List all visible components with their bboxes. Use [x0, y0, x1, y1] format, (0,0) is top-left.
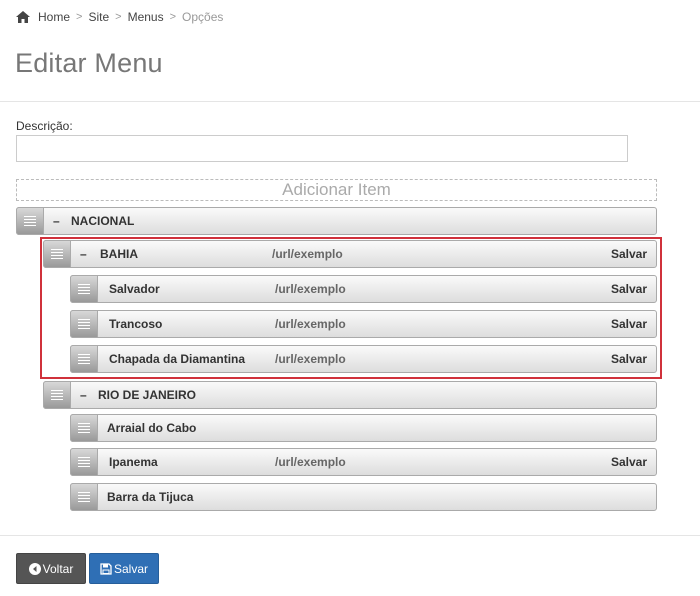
drag-handle-icon[interactable]	[70, 448, 98, 476]
drag-handle-icon[interactable]	[70, 414, 98, 442]
floppy-disk-icon	[100, 562, 112, 575]
menu-item-arraial-do-cabo[interactable]: Arraial do Cabo	[70, 414, 657, 442]
breadcrumb-menus[interactable]: Menus	[128, 10, 164, 24]
menu-item-label: NACIONAL	[71, 214, 135, 228]
breadcrumb-separator: >	[169, 11, 177, 23]
drag-handle-icon[interactable]	[43, 381, 71, 409]
menu-item-label: Barra da Tijuca	[107, 490, 194, 504]
save-item-button[interactable]: Salvar	[611, 455, 647, 469]
save-button[interactable]: Salvar	[89, 553, 159, 584]
back-button[interactable]: Voltar	[16, 553, 86, 584]
description-input[interactable]	[16, 135, 628, 162]
breadcrumb: Home > Site > Menus > Opções	[16, 10, 223, 24]
divider	[0, 101, 700, 102]
menu-item-barra-da-tijuca[interactable]: Barra da Tijuca	[70, 483, 657, 511]
breadcrumb-current: Opções	[182, 10, 224, 24]
divider	[0, 535, 700, 536]
highlight-box	[40, 237, 662, 379]
save-button-label: Salvar	[113, 561, 148, 576]
menu-item-ipanema[interactable]: Ipanema /url/exemplo Salvar	[70, 448, 657, 476]
menu-item-label: RIO DE JANEIRO	[98, 388, 197, 402]
page-title: Editar Menu	[15, 48, 163, 78]
breadcrumb-home[interactable]: Home	[38, 10, 70, 24]
breadcrumb-separator: >	[76, 11, 83, 23]
home-icon[interactable]	[16, 11, 30, 23]
breadcrumb-site[interactable]: Site	[88, 10, 109, 24]
add-item-dropzone[interactable]: Adicionar Item	[16, 179, 657, 201]
description-label: Descrição:	[16, 119, 73, 133]
menu-item-nacional[interactable]: – NACIONAL	[16, 207, 657, 235]
back-button-label: Voltar	[42, 561, 74, 576]
drag-handle-icon[interactable]	[16, 207, 44, 235]
collapse-toggle[interactable]: –	[80, 388, 92, 402]
arrow-left-circle-icon	[28, 562, 41, 575]
collapse-toggle[interactable]: –	[53, 214, 65, 228]
menu-item-label: Ipanema	[109, 455, 158, 469]
menu-item-rio-de-janeiro[interactable]: – RIO DE JANEIRO	[43, 381, 657, 409]
drag-handle-icon[interactable]	[70, 483, 98, 511]
breadcrumb-separator: >	[115, 11, 122, 23]
menu-item-label: Arraial do Cabo	[107, 421, 197, 435]
menu-item-url: /url/exemplo	[275, 455, 346, 469]
